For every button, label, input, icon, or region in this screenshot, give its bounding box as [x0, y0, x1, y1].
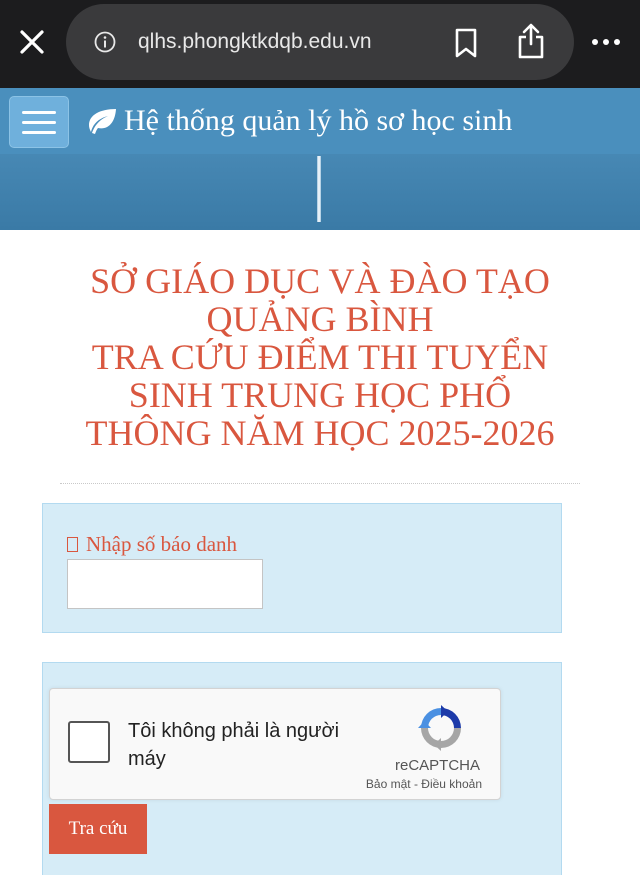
info-icon[interactable] — [94, 31, 116, 53]
browser-toolbar: qlhs.phongktkdqb.edu.vn — [0, 0, 640, 88]
more-icon — [592, 39, 620, 45]
menu-toggle-button[interactable] — [9, 96, 69, 148]
sbd-panel: Nhập số báo danh — [42, 503, 562, 633]
share-icon[interactable] — [516, 22, 546, 60]
close-button[interactable] — [12, 22, 52, 62]
label-icon — [67, 537, 78, 552]
url-text[interactable]: qlhs.phongktkdqb.edu.vn — [138, 26, 372, 58]
title-divider — [60, 483, 580, 484]
close-icon — [20, 30, 44, 54]
terms-link[interactable]: Điều khoản — [421, 777, 482, 791]
header-subbar — [0, 154, 640, 230]
site-title[interactable]: Hệ thống quản lý hồ sơ học sinh — [124, 101, 512, 141]
recaptcha-label: Tôi không phải là người máy — [128, 720, 340, 770]
recaptcha-checkbox[interactable] — [68, 721, 110, 763]
privacy-link[interactable]: Bảo mật — [366, 777, 411, 791]
title-line: TRA CỨU ĐIỂM THI TUYỂN — [91, 337, 549, 377]
sbd-label: Nhập số báo danh — [67, 532, 237, 557]
recaptcha-widget: Tôi không phải là người máy reCAPTCHA Bả… — [49, 688, 501, 800]
title-line: THÔNG NĂM HỌC 2025-2026 — [85, 413, 555, 453]
site-header: Hệ thống quản lý hồ sơ học sinh — [0, 88, 640, 154]
leaf-icon — [89, 109, 116, 134]
title-line: SỞ GIÁO DỤC VÀ ĐÀO TẠO — [90, 261, 550, 301]
search-button[interactable]: Tra cứu — [49, 804, 147, 854]
recaptcha-links: Bảo mật - Điều khoản — [330, 777, 482, 791]
more-button[interactable] — [584, 24, 628, 60]
title-line: SINH TRUNG HỌC PHỔ — [128, 375, 512, 415]
recaptcha-brand: reCAPTCHA — [394, 757, 480, 774]
hamburger-icon — [22, 131, 56, 134]
recaptcha-logo-icon — [418, 705, 461, 751]
hamburger-icon — [22, 121, 56, 124]
address-bar[interactable]: qlhs.phongktkdqb.edu.vn — [66, 4, 574, 80]
captcha-panel: Tôi không phải là người máy reCAPTCHA Bả… — [42, 662, 562, 875]
hamburger-icon — [22, 111, 56, 114]
links-separator: - — [410, 777, 422, 791]
header-divider — [317, 156, 321, 222]
page-title: SỞ GIÁO DỤC VÀ ĐÀO TẠO QUẢNG BÌNH TRA CỨ… — [60, 262, 580, 452]
title-line: QUẢNG BÌNH — [206, 299, 434, 339]
sbd-input[interactable] — [67, 559, 263, 609]
sbd-label-text: Nhập số báo danh — [86, 532, 238, 556]
bookmark-icon[interactable] — [454, 28, 478, 58]
